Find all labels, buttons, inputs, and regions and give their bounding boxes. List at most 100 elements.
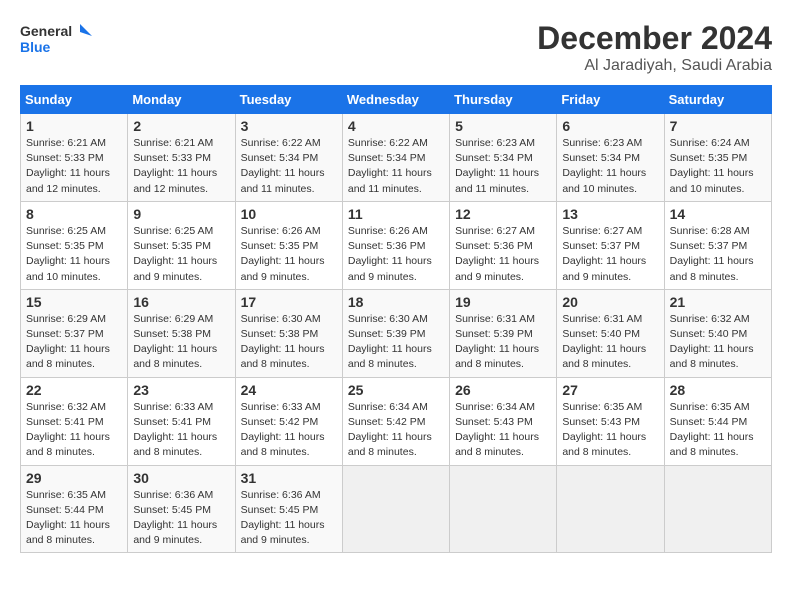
calendar-cell: 8 Sunrise: 6:25 AMSunset: 5:35 PMDaylight… xyxy=(21,201,128,289)
calendar-table: SundayMondayTuesdayWednesdayThursdayFrid… xyxy=(20,85,772,553)
day-number: 5 xyxy=(455,118,551,134)
day-number: 22 xyxy=(26,382,122,398)
calendar-cell: 12Sunrise: 6:27 AMSunset: 5:36 PMDayligh… xyxy=(450,201,557,289)
column-header-friday: Friday xyxy=(557,86,664,114)
calendar-cell: 7 Sunrise: 6:24 AMSunset: 5:35 PMDaylight… xyxy=(664,114,771,202)
calendar-cell: 27 Sunrise: 6:35 AMSunset: 5:43 PMDayligh… xyxy=(557,377,664,465)
day-number: 30 xyxy=(133,470,229,486)
calendar-cell: 23 Sunrise: 6:33 AMSunset: 5:41 PMDayligh… xyxy=(128,377,235,465)
column-header-monday: Monday xyxy=(128,86,235,114)
calendar-cell xyxy=(664,465,771,553)
svg-text:General: General xyxy=(20,23,72,39)
column-header-saturday: Saturday xyxy=(664,86,771,114)
calendar-cell xyxy=(450,465,557,553)
calendar-cell: 6 Sunrise: 6:23 AMSunset: 5:34 PMDaylight… xyxy=(557,114,664,202)
day-info: Sunrise: 6:35 AMSunset: 5:44 PMDaylight:… xyxy=(670,400,766,461)
calendar-cell: 13Sunrise: 6:27 AMSunset: 5:37 PMDayligh… xyxy=(557,201,664,289)
calendar-cell: 18 Sunrise: 6:30 AMSunset: 5:39 PMDayligh… xyxy=(342,289,449,377)
day-number: 11 xyxy=(348,206,444,222)
day-number: 12 xyxy=(455,206,551,222)
day-info: Sunrise: 6:34 AMSunset: 5:42 PMDaylight:… xyxy=(348,400,444,461)
day-info: Sunrise: 6:32 AMSunset: 5:41 PMDaylight:… xyxy=(26,400,122,461)
day-number: 14 xyxy=(670,206,766,222)
column-header-sunday: Sunday xyxy=(21,86,128,114)
calendar-cell: 5Sunrise: 6:23 AMSunset: 5:34 PMDaylight… xyxy=(450,114,557,202)
title-block: December 2024 Al Jaradiyah, Saudi Arabia xyxy=(537,20,772,75)
day-info: Sunrise: 6:28 AMSunset: 5:37 PMDaylight:… xyxy=(670,224,766,285)
location-subtitle: Al Jaradiyah, Saudi Arabia xyxy=(537,57,772,75)
column-header-wednesday: Wednesday xyxy=(342,86,449,114)
day-number: 23 xyxy=(133,382,229,398)
day-number: 17 xyxy=(241,294,337,310)
page-header: General Blue December 2024 Al Jaradiyah,… xyxy=(20,20,772,75)
calendar-cell: 20 Sunrise: 6:31 AMSunset: 5:40 PMDayligh… xyxy=(557,289,664,377)
calendar-cell: 19Sunrise: 6:31 AMSunset: 5:39 PMDayligh… xyxy=(450,289,557,377)
day-info: Sunrise: 6:29 AMSunset: 5:38 PMDaylight:… xyxy=(133,312,229,373)
calendar-cell: 10Sunrise: 6:26 AMSunset: 5:35 PMDayligh… xyxy=(235,201,342,289)
calendar-cell: 22 Sunrise: 6:32 AMSunset: 5:41 PMDayligh… xyxy=(21,377,128,465)
day-number: 4 xyxy=(348,118,444,134)
day-info: Sunrise: 6:33 AMSunset: 5:41 PMDaylight:… xyxy=(133,400,229,461)
day-info: Sunrise: 6:32 AMSunset: 5:40 PMDaylight:… xyxy=(670,312,766,373)
day-info: Sunrise: 6:36 AMSunset: 5:45 PMDaylight:… xyxy=(241,488,337,549)
day-info: Sunrise: 6:25 AMSunset: 5:35 PMDaylight:… xyxy=(26,224,122,285)
calendar-cell: 1Sunrise: 6:21 AMSunset: 5:33 PMDaylight… xyxy=(21,114,128,202)
day-info: Sunrise: 6:30 AMSunset: 5:38 PMDaylight:… xyxy=(241,312,337,373)
calendar-cell: 16 Sunrise: 6:29 AMSunset: 5:38 PMDayligh… xyxy=(128,289,235,377)
calendar-cell: 17 Sunrise: 6:30 AMSunset: 5:38 PMDayligh… xyxy=(235,289,342,377)
day-info: Sunrise: 6:25 AMSunset: 5:35 PMDaylight:… xyxy=(133,224,229,285)
calendar-cell: 30 Sunrise: 6:36 AMSunset: 5:45 PMDayligh… xyxy=(128,465,235,553)
day-number: 24 xyxy=(241,382,337,398)
calendar-cell: 11Sunrise: 6:26 AMSunset: 5:36 PMDayligh… xyxy=(342,201,449,289)
day-info: Sunrise: 6:27 AMSunset: 5:37 PMDaylight:… xyxy=(562,224,658,285)
day-info: Sunrise: 6:33 AMSunset: 5:42 PMDaylight:… xyxy=(241,400,337,461)
day-number: 3 xyxy=(241,118,337,134)
calendar-cell: 9 Sunrise: 6:25 AMSunset: 5:35 PMDaylight… xyxy=(128,201,235,289)
day-number: 8 xyxy=(26,206,122,222)
calendar-cell: 31 Sunrise: 6:36 AMSunset: 5:45 PMDayligh… xyxy=(235,465,342,553)
day-number: 7 xyxy=(670,118,766,134)
calendar-week-3: 15Sunrise: 6:29 AMSunset: 5:37 PMDayligh… xyxy=(21,289,772,377)
calendar-header-row: SundayMondayTuesdayWednesdayThursdayFrid… xyxy=(21,86,772,114)
calendar-cell: 26Sunrise: 6:34 AMSunset: 5:43 PMDayligh… xyxy=(450,377,557,465)
calendar-cell: 4Sunrise: 6:22 AMSunset: 5:34 PMDaylight… xyxy=(342,114,449,202)
day-info: Sunrise: 6:36 AMSunset: 5:45 PMDaylight:… xyxy=(133,488,229,549)
day-info: Sunrise: 6:22 AMSunset: 5:34 PMDaylight:… xyxy=(241,136,337,197)
svg-text:Blue: Blue xyxy=(20,39,51,55)
day-number: 31 xyxy=(241,470,337,486)
day-info: Sunrise: 6:35 AMSunset: 5:43 PMDaylight:… xyxy=(562,400,658,461)
calendar-week-5: 29 Sunrise: 6:35 AMSunset: 5:44 PMDayligh… xyxy=(21,465,772,553)
day-number: 18 xyxy=(348,294,444,310)
calendar-week-4: 22 Sunrise: 6:32 AMSunset: 5:41 PMDayligh… xyxy=(21,377,772,465)
day-number: 29 xyxy=(26,470,122,486)
calendar-cell: 24 Sunrise: 6:33 AMSunset: 5:42 PMDayligh… xyxy=(235,377,342,465)
day-info: Sunrise: 6:29 AMSunset: 5:37 PMDaylight:… xyxy=(26,312,122,373)
calendar-cell: 28Sunrise: 6:35 AMSunset: 5:44 PMDayligh… xyxy=(664,377,771,465)
calendar-week-2: 8 Sunrise: 6:25 AMSunset: 5:35 PMDaylight… xyxy=(21,201,772,289)
column-header-tuesday: Tuesday xyxy=(235,86,342,114)
day-number: 9 xyxy=(133,206,229,222)
calendar-cell: 25 Sunrise: 6:34 AMSunset: 5:42 PMDayligh… xyxy=(342,377,449,465)
calendar-cell: 3 Sunrise: 6:22 AMSunset: 5:34 PMDaylight… xyxy=(235,114,342,202)
day-number: 16 xyxy=(133,294,229,310)
day-number: 19 xyxy=(455,294,551,310)
day-info: Sunrise: 6:35 AMSunset: 5:44 PMDaylight:… xyxy=(26,488,122,549)
calendar-cell xyxy=(557,465,664,553)
calendar-week-1: 1Sunrise: 6:21 AMSunset: 5:33 PMDaylight… xyxy=(21,114,772,202)
day-info: Sunrise: 6:31 AMSunset: 5:40 PMDaylight:… xyxy=(562,312,658,373)
month-title: December 2024 xyxy=(537,20,772,57)
day-number: 25 xyxy=(348,382,444,398)
day-info: Sunrise: 6:30 AMSunset: 5:39 PMDaylight:… xyxy=(348,312,444,373)
day-info: Sunrise: 6:23 AMSunset: 5:34 PMDaylight:… xyxy=(562,136,658,197)
logo-graphic: General Blue xyxy=(20,20,100,64)
calendar-cell: 14 Sunrise: 6:28 AMSunset: 5:37 PMDayligh… xyxy=(664,201,771,289)
calendar-cell: 2Sunrise: 6:21 AMSunset: 5:33 PMDaylight… xyxy=(128,114,235,202)
calendar-cell: 29 Sunrise: 6:35 AMSunset: 5:44 PMDayligh… xyxy=(21,465,128,553)
day-info: Sunrise: 6:21 AMSunset: 5:33 PMDaylight:… xyxy=(26,136,122,197)
day-number: 6 xyxy=(562,118,658,134)
day-info: Sunrise: 6:24 AMSunset: 5:35 PMDaylight:… xyxy=(670,136,766,197)
calendar-cell: 21Sunrise: 6:32 AMSunset: 5:40 PMDayligh… xyxy=(664,289,771,377)
day-number: 2 xyxy=(133,118,229,134)
day-number: 20 xyxy=(562,294,658,310)
day-number: 27 xyxy=(562,382,658,398)
